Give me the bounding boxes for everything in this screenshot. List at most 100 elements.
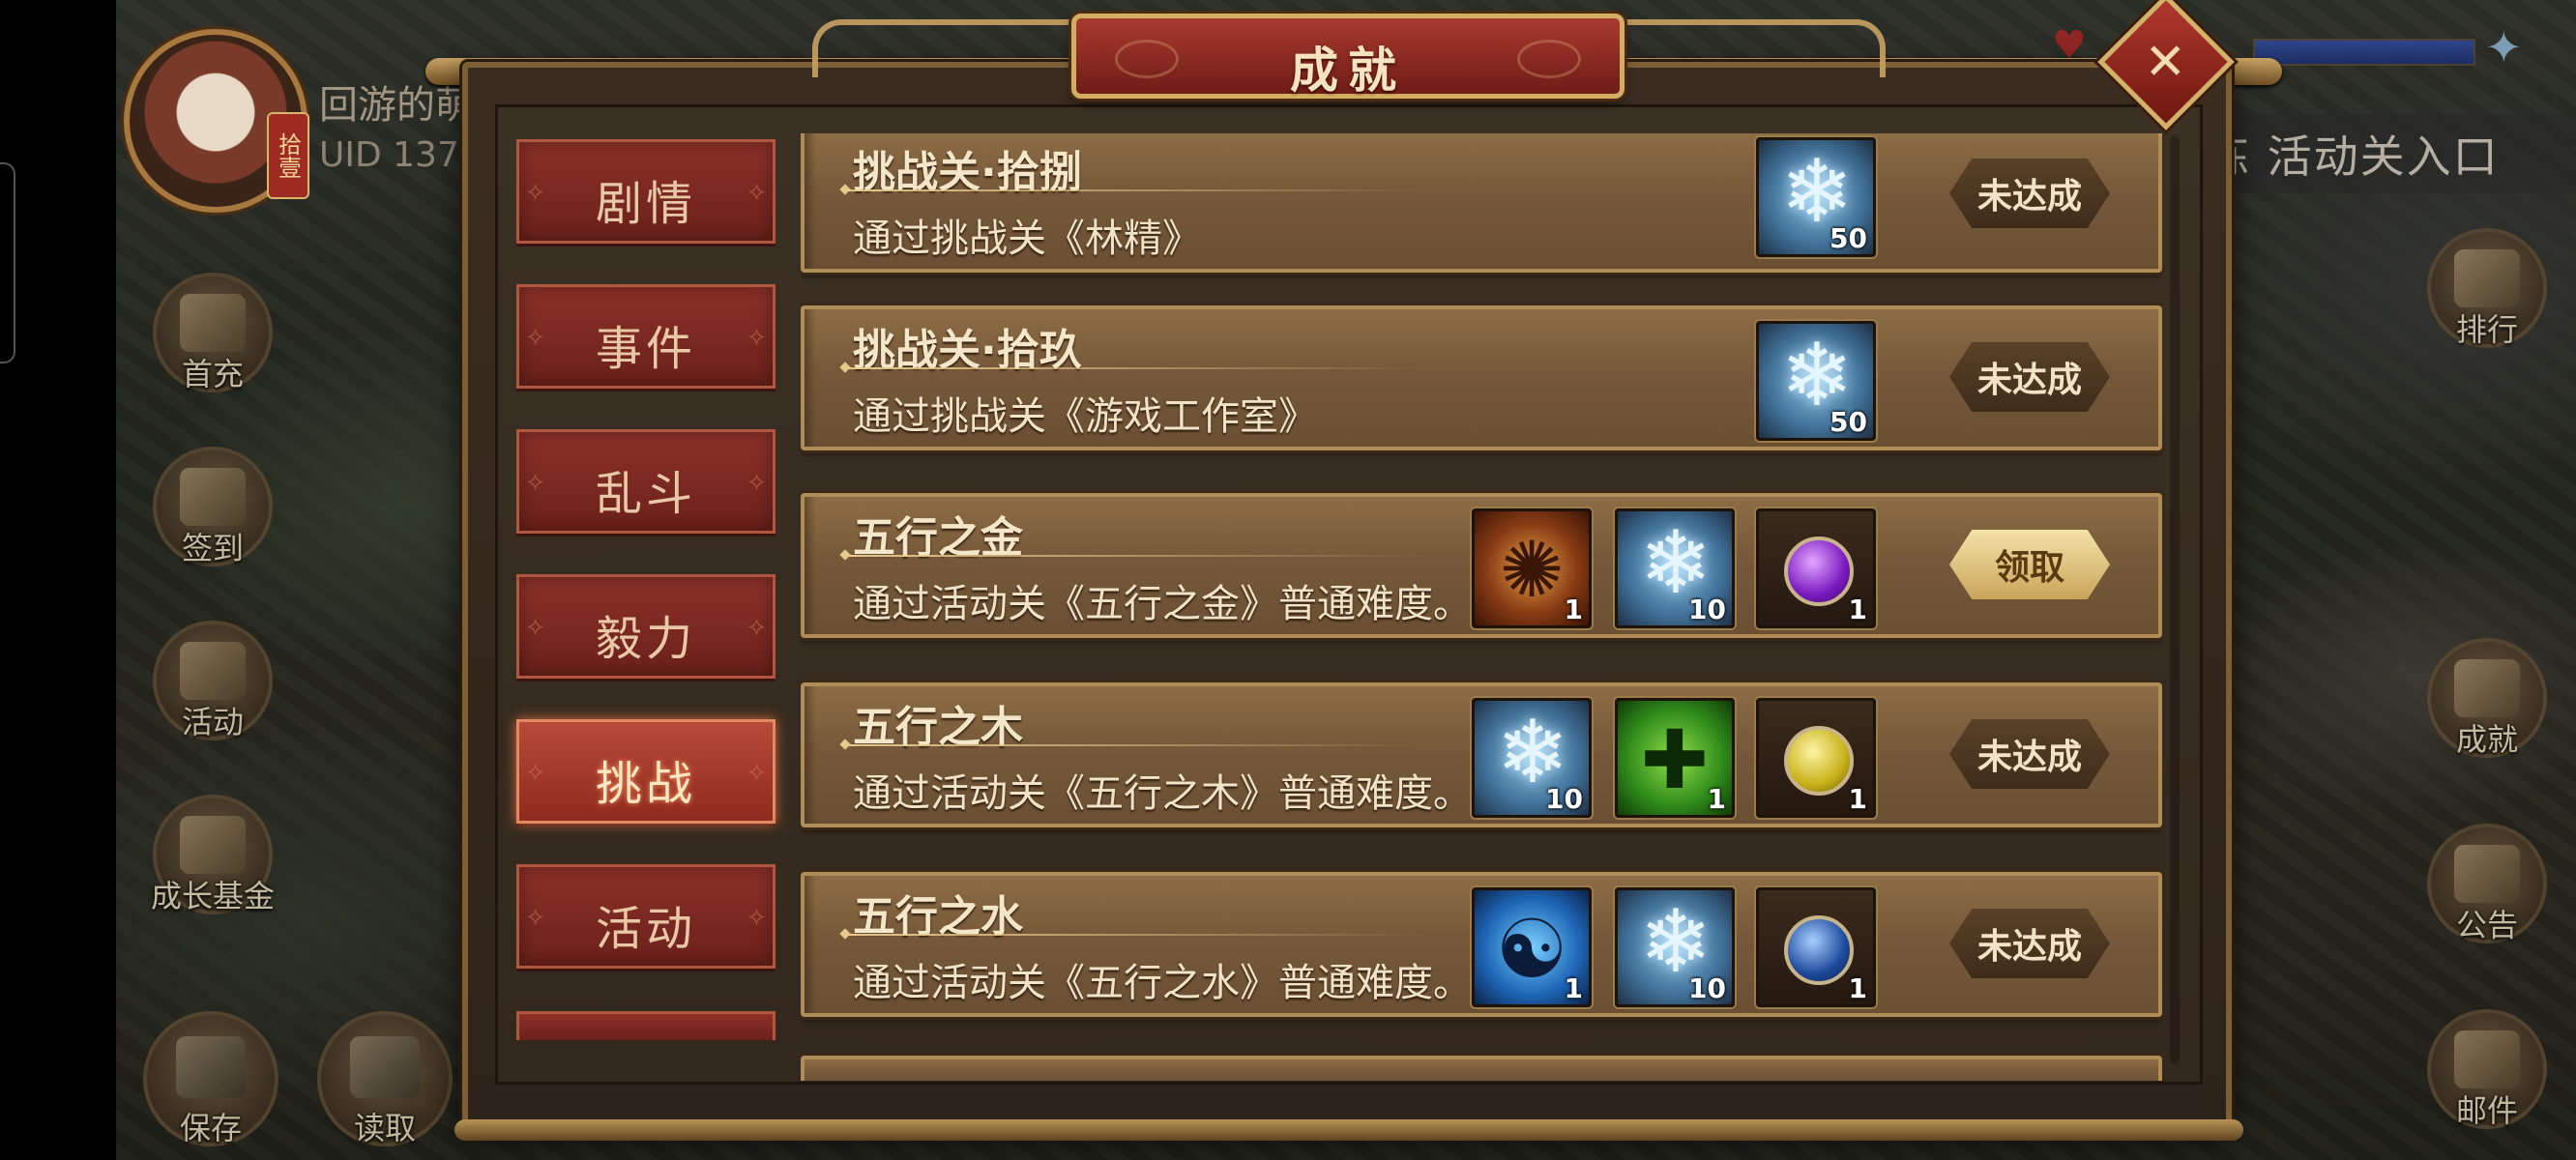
title-ornament-left <box>812 19 1073 77</box>
reward-ice-crystal[interactable]: ❄ 10 <box>1615 887 1735 1007</box>
reward-qty: 1 <box>1848 783 1867 815</box>
reward-blue-orb[interactable]: 1 <box>1756 887 1876 1007</box>
title-divider <box>845 934 1425 936</box>
growth-fund-label: 成长基金 <box>150 878 275 914</box>
tab-activity[interactable]: 活动 <box>516 864 776 969</box>
tab-challenge[interactable]: 挑战 <box>516 719 776 824</box>
tab-label: 剧情 <box>595 177 696 231</box>
notice-label: 公告 <box>2455 907 2518 943</box>
first-recharge-button[interactable]: 首充 <box>153 273 273 392</box>
achievement-row: 五行之水 通过活动关《五行之水》普通难度。 ☯ 1 ❄ 10 1 未达成 <box>801 872 2162 1017</box>
reward-qty: 1 <box>1707 783 1726 815</box>
load-button[interactable]: 读取 <box>317 1011 453 1146</box>
close-icon: ✕ <box>2144 33 2187 92</box>
achievement-row: 挑战关·拾玖 通过挑战关《游戏工作室》 ❄ 50 未达成 <box>801 305 2162 450</box>
save-button[interactable]: 保存 <box>143 1011 278 1146</box>
reward-ice-crystal[interactable]: ❄ 10 <box>1472 698 1592 818</box>
player-avatar[interactable]: 拾壹 <box>124 29 309 213</box>
fund-icon <box>180 816 246 874</box>
notice-button[interactable]: 公告 <box>2427 824 2547 943</box>
achievement-desc: 通过活动关《五行之金》普通难度。 <box>853 582 1472 626</box>
reward-purple-orb[interactable]: 1 <box>1756 508 1876 628</box>
purple-orb-icon <box>1784 536 1854 606</box>
reward-qty: 50 <box>1830 222 1867 254</box>
tab-label: 事件 <box>595 322 696 376</box>
achievement-desc: 通过挑战关《林精》 <box>853 217 1201 261</box>
tab-brawl[interactable]: 乱斗 <box>516 429 776 534</box>
event-button[interactable]: 活动 <box>153 621 273 740</box>
achievement-row: 五行之木 通过活动关《五行之木》普通难度。 ❄ 10 ✚ 1 1 未达成 <box>801 682 2162 827</box>
status-not-achieved: 未达成 <box>1949 159 2110 228</box>
mail-button[interactable]: 邮件 <box>2427 1009 2547 1129</box>
ranking-icon <box>2454 249 2520 307</box>
player-uid: UID 1372 <box>319 135 482 175</box>
mail-label: 邮件 <box>2455 1092 2518 1129</box>
checkin-icon <box>180 468 246 526</box>
growth-fund-button[interactable]: 成长基金 <box>151 795 275 914</box>
card-edge <box>805 876 816 1013</box>
tab-perseverance[interactable]: 毅力 <box>516 574 776 679</box>
tab-next-partial[interactable] <box>516 1011 776 1040</box>
achievement-row: 挑战关·拾捌 通过挑战关《林精》 ❄ 50 未达成 <box>801 133 2162 273</box>
status-not-achieved: 未达成 <box>1949 342 2110 412</box>
ranking-button[interactable]: 排行 <box>2427 228 2547 348</box>
reward-qty: 1 <box>1564 972 1583 1004</box>
title-divider <box>845 367 1425 369</box>
side-handle[interactable] <box>0 162 15 363</box>
load-icon <box>350 1036 420 1098</box>
save-icon <box>176 1036 246 1098</box>
tab-label: 乱斗 <box>595 467 696 521</box>
reward-ice-crystal[interactable]: ❄ 10 <box>1615 508 1735 628</box>
status-not-achieved: 未达成 <box>1949 909 2110 978</box>
achievement-row-partial <box>801 1056 2162 1081</box>
title-divider <box>845 189 1425 191</box>
event-label: 活动 <box>181 704 244 740</box>
title-divider <box>845 555 1425 557</box>
achievement-desc: 通过挑战关《游戏工作室》 <box>853 394 1317 439</box>
tab-label: 毅力 <box>595 612 696 666</box>
reward-qty: 10 <box>1688 972 1726 1004</box>
list-scrollbar[interactable] <box>2170 135 2180 1063</box>
tab-events[interactable]: 事件 <box>516 284 776 389</box>
title-divider <box>845 744 1425 746</box>
event-entry-text: 炼 活动关入口 <box>2205 130 2500 183</box>
achievement-label: 成就 <box>2455 721 2518 758</box>
reward-meditation-skill[interactable]: ✺ 1 <box>1472 508 1592 628</box>
reward-ice-crystal[interactable]: ❄ 50 <box>1756 321 1876 441</box>
tab-label: 活动 <box>595 902 696 956</box>
achievement-desc: 通过活动关《五行之水》普通难度。 <box>853 961 1472 1005</box>
reward-qty: 50 <box>1830 406 1867 438</box>
tab-label: 挑战 <box>595 757 696 811</box>
gift-icon <box>180 294 246 352</box>
card-edge <box>805 309 816 447</box>
reward-water-skill[interactable]: ☯ 1 <box>1472 887 1592 1007</box>
left-black-bar <box>0 0 116 1160</box>
event-icon <box>180 642 246 700</box>
energy-bar <box>2253 39 2475 66</box>
checkin-label: 签到 <box>181 530 244 566</box>
tab-story[interactable]: 剧情 <box>516 139 776 244</box>
card-edge <box>805 133 816 269</box>
avatar-badge: 拾壹 <box>267 112 309 199</box>
load-label: 读取 <box>353 1110 416 1146</box>
game-screen: 拾壹 回游的萌 UID 1372 首充 签到 活动 成长基金 保存 读取 ♥ ✦… <box>0 0 2576 1160</box>
first-recharge-label: 首充 <box>181 356 244 392</box>
mail-icon <box>2454 1030 2520 1088</box>
reward-yellow-orb[interactable]: 1 <box>1756 698 1876 818</box>
ranking-label: 排行 <box>2455 311 2518 348</box>
achievement-row: 五行之金 通过活动关《五行之金》普通难度。 ✺ 1 ❄ 10 1 领取 <box>801 493 2162 638</box>
checkin-button[interactable]: 签到 <box>153 447 273 566</box>
reward-qty: 1 <box>1848 594 1867 625</box>
reward-ice-crystal[interactable]: ❄ 50 <box>1756 137 1876 257</box>
yellow-orb-icon <box>1784 726 1854 796</box>
status-not-achieved: 未达成 <box>1949 719 2110 789</box>
dialog-title-plate: 成就 <box>1071 14 1625 99</box>
card-edge <box>805 686 816 824</box>
achievement-list[interactable]: 挑战关·拾捌 通过挑战关《林精》 ❄ 50 未达成 挑战关·拾玖 通过挑战关《游… <box>801 133 2162 1081</box>
panel-bottom-rail <box>454 1119 2243 1141</box>
reward-healing-skill[interactable]: ✚ 1 <box>1615 698 1735 818</box>
claim-button[interactable]: 领取 <box>1949 530 2110 599</box>
blue-orb-icon <box>1784 915 1854 985</box>
achievement-button[interactable]: 成就 <box>2427 638 2547 758</box>
achievement-icon <box>2454 659 2520 717</box>
